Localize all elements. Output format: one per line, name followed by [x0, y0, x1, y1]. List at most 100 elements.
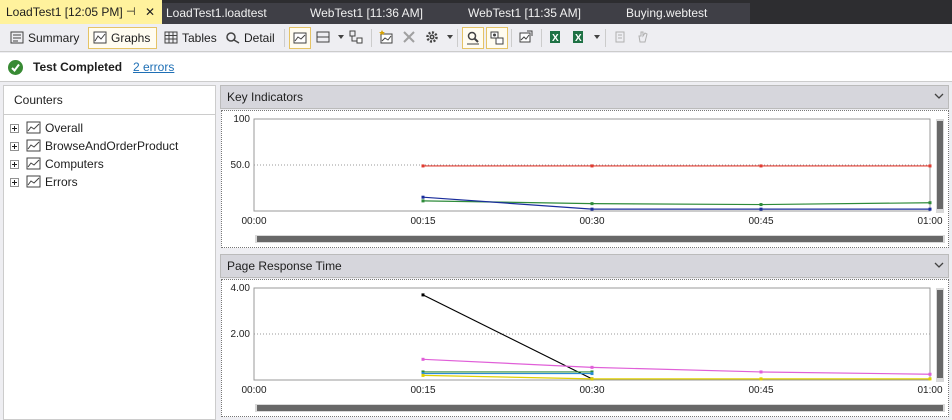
- x-tick-label: 00:30: [579, 216, 604, 227]
- counter-label: Overall: [45, 121, 84, 135]
- toolbar-separator: [371, 29, 372, 47]
- excel-report-button[interactable]: X: [568, 27, 590, 49]
- chevron-down-icon[interactable]: [594, 35, 600, 39]
- zoom-icon: [467, 31, 479, 45]
- document-tab-bar: LoadTest1 [12:05 PM] ⊣ ✕ LoadTest1.loadt…: [0, 0, 952, 24]
- data-point: [928, 207, 932, 211]
- data-point: [421, 373, 425, 377]
- horizontal-scrollbar[interactable]: [255, 404, 945, 412]
- export-excel-button[interactable]: X: [545, 27, 567, 49]
- scroll-thumb[interactable]: [937, 290, 943, 378]
- errors-link[interactable]: 2 errors: [133, 60, 174, 74]
- expand-icon[interactable]: [10, 178, 19, 187]
- add-graph-button[interactable]: [376, 27, 398, 49]
- report-icon: [519, 30, 533, 43]
- tab-label: LoadTest1 [12:05 PM]: [6, 5, 123, 19]
- x-tick-label: 00:15: [410, 216, 435, 227]
- data-point: [421, 357, 425, 361]
- x-tick-label: 01:00: [917, 385, 942, 396]
- layout-button[interactable]: [313, 27, 335, 49]
- horizontal-scrollbar[interactable]: [255, 235, 945, 243]
- detail-label: Detail: [244, 31, 275, 45]
- y-tick-label: 100: [233, 114, 250, 125]
- graph-title: Key Indicators: [227, 90, 304, 104]
- delete-graph-button[interactable]: [399, 27, 421, 49]
- counter-icon: [26, 157, 41, 170]
- data-point: [590, 164, 594, 168]
- legend-button[interactable]: [346, 27, 368, 49]
- export-report-button[interactable]: [516, 27, 538, 49]
- x-tick-label: 00:00: [241, 385, 266, 396]
- tab-webtest1-1136[interactable]: WebTest1 [11:36 AM]: [310, 3, 423, 24]
- close-icon[interactable]: ✕: [145, 0, 155, 24]
- summary-label: Summary: [28, 31, 80, 45]
- show-graph-button[interactable]: [289, 27, 311, 49]
- chevron-down-icon[interactable]: [447, 35, 453, 39]
- test-status-text: Test Completed: [33, 60, 123, 74]
- table-icon: [164, 31, 178, 44]
- detail-icon: [226, 32, 240, 44]
- x-tick-label: 00:00: [241, 216, 266, 227]
- toolbar-separator: [457, 29, 458, 47]
- data-point: [928, 201, 932, 205]
- key-indicators-header[interactable]: Key Indicators: [220, 85, 949, 109]
- data-point: [928, 377, 932, 381]
- copy-button[interactable]: [610, 27, 632, 49]
- counter-icon: [26, 139, 41, 152]
- zoom-button[interactable]: [462, 27, 484, 49]
- toolbar-separator: [605, 29, 606, 47]
- vertical-scrollbar[interactable]: [936, 288, 944, 382]
- toolbar-separator: [284, 29, 285, 47]
- page-response-time-chart: 4.00 2.00 00:00 00:15 00:30 00:45 01:00: [231, 283, 943, 396]
- counters-panel: Counters Overall BrowseAndOrderProduct C…: [3, 85, 216, 420]
- excel-icon: X: [550, 31, 560, 44]
- data-point: [759, 370, 763, 374]
- y-tick-label: 50.0: [231, 160, 251, 171]
- scroll-thumb[interactable]: [937, 121, 943, 209]
- check-circle-icon: [8, 60, 23, 75]
- expand-icon[interactable]: [10, 142, 19, 151]
- graphs-button[interactable]: Graphs: [88, 27, 157, 49]
- data-point: [590, 207, 594, 211]
- summary-button[interactable]: Summary: [6, 27, 84, 49]
- chevron-down-icon[interactable]: [338, 35, 344, 39]
- expand-icon[interactable]: [10, 124, 19, 133]
- summary-icon: [10, 31, 24, 44]
- chevron-down-icon[interactable]: [934, 261, 944, 269]
- key-indicators-graph[interactable]: 100 50.0 00:00 00:15 00:30 00:45 01:00: [221, 110, 949, 248]
- tab-loadtest1-result[interactable]: LoadTest1 [12:05 PM] ⊣ ✕: [0, 0, 162, 24]
- sync-graphs-icon: [490, 31, 504, 45]
- counters-header: Counters: [4, 86, 215, 115]
- graph-icon: [93, 31, 107, 44]
- tab-loadtest1-loadtest[interactable]: LoadTest1.loadtest: [166, 3, 267, 24]
- tab-webtest1-1135[interactable]: WebTest1 [11:35 AM]: [468, 3, 581, 24]
- x-tick-label: 01:00: [917, 216, 942, 227]
- excel-icon: X: [573, 31, 583, 44]
- trace-button[interactable]: [633, 27, 655, 49]
- test-status-bar: Test Completed 2 errors: [0, 53, 952, 82]
- scroll-thumb[interactable]: [257, 405, 943, 411]
- data-point: [759, 203, 763, 207]
- expand-icon[interactable]: [10, 160, 19, 169]
- y-tick-label: 4.00: [231, 283, 251, 294]
- tables-button[interactable]: Tables: [160, 27, 220, 49]
- chevron-down-icon[interactable]: [934, 92, 944, 100]
- tables-label: Tables: [182, 31, 217, 45]
- panel-layout-icon: [316, 31, 330, 43]
- pin-icon[interactable]: ⊣: [126, 0, 136, 24]
- x-tick-label: 00:45: [748, 385, 773, 396]
- vertical-scrollbar[interactable]: [936, 119, 944, 213]
- data-point: [421, 195, 425, 199]
- scroll-thumb[interactable]: [257, 236, 943, 242]
- page-response-time-header[interactable]: Page Response Time: [220, 254, 949, 278]
- add-graph-icon: [379, 30, 393, 44]
- data-point: [928, 372, 932, 376]
- settings-button[interactable]: [422, 27, 444, 49]
- hand-icon: [638, 31, 648, 43]
- detail-button[interactable]: Detail: [222, 27, 278, 49]
- graph-title: Page Response Time: [227, 259, 342, 273]
- tab-buying-webtest[interactable]: Buying.webtest: [626, 3, 707, 24]
- sync-button[interactable]: [486, 27, 508, 49]
- gear-icon: [426, 31, 438, 43]
- page-response-time-graph[interactable]: 4.00 2.00 00:00 00:15 00:30 00:45 01:00: [221, 279, 949, 417]
